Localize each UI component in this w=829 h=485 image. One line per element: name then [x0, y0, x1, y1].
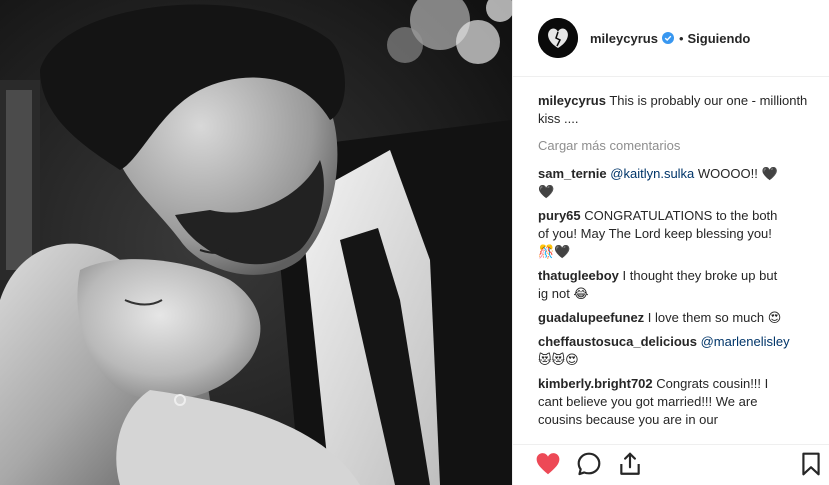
avatar-image [538, 18, 578, 58]
post-photo[interactable] [0, 0, 512, 485]
post-caption: mileycyrus This is probably our one - mi… [538, 92, 808, 128]
comment-item: kimberly.bright702 Congrats cousin!!! I … [538, 375, 808, 429]
save-button[interactable] [798, 451, 824, 477]
comment-item: thatugleeboy I thought they broke up but… [538, 267, 808, 303]
share-button[interactable] [617, 451, 643, 477]
comment-username[interactable]: guadalupeefunez [538, 310, 644, 325]
avatar[interactable] [538, 18, 578, 58]
comment-username[interactable]: sam_ternie [538, 166, 607, 181]
bookmark-icon [802, 452, 820, 476]
heart-filled-icon [536, 453, 560, 475]
comment-item: pury65 CONGRATULATIONS to the both of yo… [538, 207, 808, 261]
comment-item: cheffaustosuca_delicious @marlenelisley … [538, 333, 808, 369]
post-side-panel: mileycyrus • Siguiendo mileycyrus This i… [512, 0, 829, 485]
comment-mention[interactable]: @marlenelisley [701, 334, 790, 349]
comment-username[interactable]: pury65 [538, 208, 581, 223]
header-separator: • [678, 30, 684, 46]
comment-text: 😻😻😍 [538, 352, 579, 367]
comment-bubble-icon [577, 452, 601, 476]
comment-text: I love them so much 😍 [644, 310, 782, 325]
instagram-post: mileycyrus • Siguiendo mileycyrus This i… [0, 0, 829, 485]
comment-username[interactable]: cheffaustosuca_delicious [538, 334, 697, 349]
post-actions-bar [513, 444, 829, 485]
comment-mention[interactable]: @kaitlyn.sulka [610, 166, 694, 181]
comments-list[interactable]: mileycyrus This is probably our one - mi… [538, 92, 808, 440]
caption-username[interactable]: mileycyrus [538, 93, 606, 108]
post-header: mileycyrus • Siguiendo [513, 0, 829, 77]
following-button[interactable]: Siguiendo [688, 31, 751, 46]
comment-item: sam_ternie @kaitlyn.sulka WOOOO!! 🖤🖤 [538, 165, 808, 201]
comment-item: guadalupeefunez I love them so much 😍 [538, 309, 808, 327]
kiss-photo-image [0, 0, 512, 485]
load-more-comments-button[interactable]: Cargar más comentarios [538, 137, 808, 155]
share-icon [620, 452, 640, 475]
comment-username[interactable]: thatugleeboy [538, 268, 619, 283]
verified-badge-icon [661, 31, 674, 44]
like-button[interactable] [535, 451, 561, 477]
comment-username[interactable]: kimberly.bright702 [538, 376, 653, 391]
header-username-text[interactable]: mileycyrus [590, 31, 658, 46]
header-username[interactable]: mileycyrus [590, 31, 674, 46]
comment-button[interactable] [576, 451, 602, 477]
